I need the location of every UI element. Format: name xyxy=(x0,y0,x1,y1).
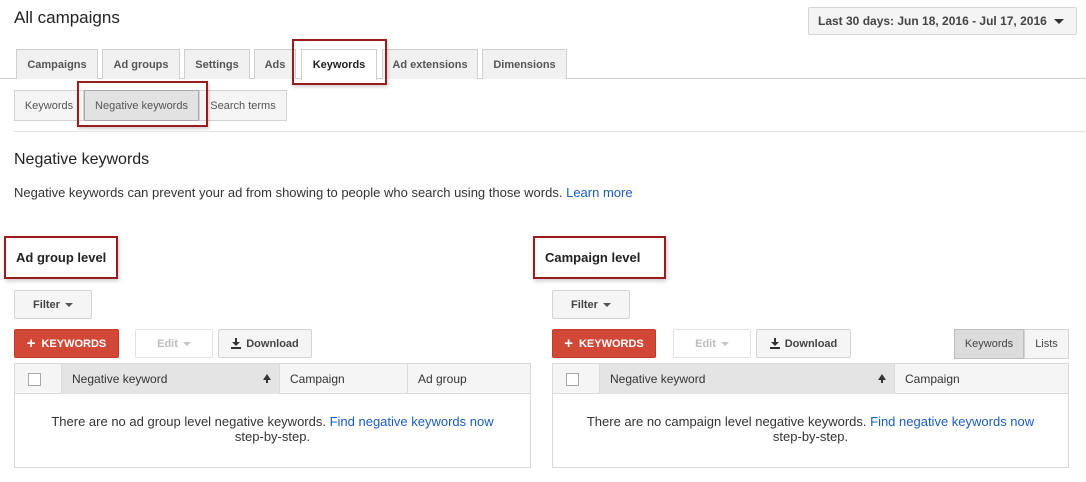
section-divider xyxy=(14,131,1086,132)
chevron-down-icon xyxy=(602,302,611,307)
view-toggle-keywords[interactable]: Keywords xyxy=(954,329,1024,359)
sort-ascending-icon xyxy=(263,374,271,383)
learn-more-link[interactable]: Learn more xyxy=(566,185,632,200)
subtab-search-terms[interactable]: Search terms xyxy=(199,90,287,121)
download-label: Download xyxy=(246,337,299,350)
tab-campaigns[interactable]: Campaigns xyxy=(16,49,98,79)
select-all-checkbox[interactable] xyxy=(28,373,41,386)
tab-ads[interactable]: Ads xyxy=(254,49,296,79)
column-label: Negative keyword xyxy=(72,372,168,386)
column-negative-keyword[interactable]: Negative keyword xyxy=(599,364,894,394)
table-header: Negative keyword Campaign Ad group xyxy=(15,364,530,394)
view-toggle-lists[interactable]: Lists xyxy=(1024,329,1069,359)
subtab-keywords[interactable]: Keywords xyxy=(14,90,84,121)
add-keywords-label: KEYWORDS xyxy=(41,337,107,350)
description: Negative keywords can prevent your ad fr… xyxy=(14,185,633,200)
column-negative-keyword[interactable]: Negative keyword xyxy=(61,364,279,394)
table-header: Negative keyword Campaign xyxy=(553,364,1068,394)
campaign-filter-button[interactable]: Filter xyxy=(552,290,630,319)
empty-state-message: There are no ad group level negative key… xyxy=(15,414,530,444)
tab-ad-extensions[interactable]: Ad extensions xyxy=(382,49,478,79)
description-text: Negative keywords can prevent your ad fr… xyxy=(14,185,563,200)
negative-keywords-highlight xyxy=(77,81,208,127)
column-label: Ad group xyxy=(418,372,467,386)
ad-group-filter-button[interactable]: Filter xyxy=(14,290,92,319)
page-title: All campaigns xyxy=(14,8,120,27)
chevron-down-icon xyxy=(1054,19,1064,24)
edit-label: Edit xyxy=(157,337,178,350)
empty-text: There are no ad group level negative key… xyxy=(51,414,326,429)
keywords-tab-highlight xyxy=(292,39,387,85)
column-label: Campaign xyxy=(905,372,960,386)
tab-settings[interactable]: Settings xyxy=(184,49,250,79)
chevron-down-icon xyxy=(720,341,729,346)
ad-group-edit-button[interactable]: Edit xyxy=(135,329,213,358)
column-ad-group[interactable]: Ad group xyxy=(407,364,532,394)
column-label: Negative keyword xyxy=(610,372,706,386)
sort-ascending-icon xyxy=(878,374,886,383)
column-campaign[interactable]: Campaign xyxy=(279,364,407,394)
plus-icon: + xyxy=(564,335,573,352)
campaign-edit-button[interactable]: Edit xyxy=(673,329,751,358)
add-keywords-label: KEYWORDS xyxy=(578,337,644,350)
filter-label: Filter xyxy=(571,298,598,311)
filter-label: Filter xyxy=(33,298,60,311)
empty-text: There are no campaign level negative key… xyxy=(586,414,867,429)
chevron-down-icon xyxy=(182,341,191,346)
campaign-level-heading: Campaign level xyxy=(533,236,666,279)
download-label: Download xyxy=(784,337,838,350)
empty-tail: step-by-step. xyxy=(772,429,849,444)
chevron-down-icon xyxy=(64,302,73,307)
ad-group-download-button[interactable]: Download xyxy=(218,329,312,358)
select-all-checkbox[interactable] xyxy=(566,373,579,386)
tab-ad-groups[interactable]: Ad groups xyxy=(102,49,180,79)
date-range-label: Last 30 days: Jun 18, 2016 - Jul 17, 201… xyxy=(818,14,1047,28)
plus-icon: + xyxy=(26,335,36,352)
ad-group-negative-keywords-table: Negative keyword Campaign Ad group There… xyxy=(14,363,531,468)
ad-group-add-keywords-button[interactable]: + KEYWORDS xyxy=(14,329,119,358)
section-heading: Negative keywords xyxy=(14,151,150,168)
find-negative-keywords-link[interactable]: Find negative keywords now xyxy=(330,414,494,429)
empty-tail: step-by-step. xyxy=(234,429,311,444)
empty-state-message: There are no campaign level negative key… xyxy=(553,414,1068,444)
ad-group-level-heading: Ad group level xyxy=(4,236,118,279)
column-campaign[interactable]: Campaign xyxy=(894,364,1070,394)
download-icon xyxy=(769,338,780,349)
campaign-negative-keywords-table: Negative keyword Campaign There are no c… xyxy=(552,363,1069,468)
download-icon xyxy=(231,338,242,349)
campaign-download-button[interactable]: Download xyxy=(756,329,851,358)
date-range-selector[interactable]: Last 30 days: Jun 18, 2016 - Jul 17, 201… xyxy=(808,7,1077,35)
column-label: Campaign xyxy=(290,372,345,386)
find-negative-keywords-link[interactable]: Find negative keywords now xyxy=(870,414,1034,429)
tab-dimensions[interactable]: Dimensions xyxy=(482,49,567,79)
edit-label: Edit xyxy=(695,337,716,350)
campaign-add-keywords-button[interactable]: + KEYWORDS xyxy=(552,329,656,358)
